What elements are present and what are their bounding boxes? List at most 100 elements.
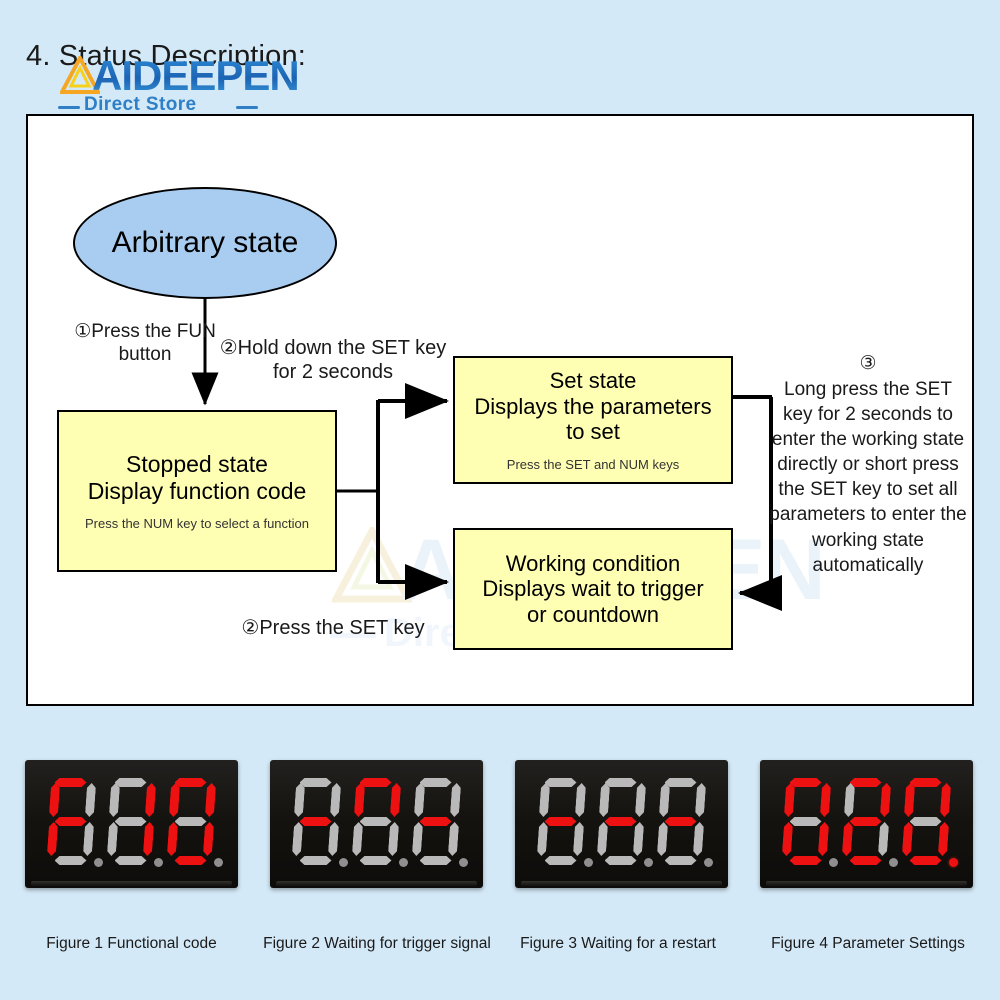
segment-c — [817, 822, 828, 856]
segment-d — [604, 856, 637, 865]
segment-g — [299, 817, 332, 826]
digit — [840, 776, 898, 868]
node-working-condition-title: Working condition — [505, 550, 681, 576]
segment-d — [54, 856, 87, 865]
segment-g — [789, 817, 822, 826]
label-step-2b: ②Press the SET key — [241, 617, 425, 639]
label-step-3: ③ Long press the SET key for 2 seconds t… — [768, 351, 968, 578]
segment-b — [84, 783, 95, 817]
segment-g — [604, 817, 637, 826]
decimal-point — [888, 858, 898, 867]
segment-d — [664, 856, 697, 865]
node-set-state-line3: to set — [566, 419, 620, 445]
caption-figure-3: Figure 3 Waiting for a restart — [520, 935, 716, 952]
page-root: 4. Status Description: AIDEEPEN Direct S… — [0, 0, 1000, 1000]
segment-d — [114, 856, 147, 865]
segment-d — [544, 856, 577, 865]
caption-figure-4: Figure 4 Parameter Settings — [771, 935, 965, 952]
decimal-point — [213, 858, 223, 867]
segment-f — [783, 783, 794, 817]
node-set-state: Set state Displays the parameters to set… — [453, 356, 733, 484]
node-set-state-title: Set state — [549, 368, 637, 394]
label-step-2a: ②Hold down the SET key for 2 seconds — [219, 337, 447, 384]
segment-c — [327, 822, 338, 856]
seven-segment-display-figure3 — [515, 760, 728, 888]
segment-f — [413, 783, 424, 817]
segment-b — [939, 783, 950, 817]
node-arbitrary-state-label: Arbitrary state — [111, 226, 299, 259]
segment-e — [841, 822, 852, 856]
segment-b — [449, 783, 460, 817]
digit — [655, 776, 713, 868]
segment-f — [168, 783, 179, 817]
segment-f — [293, 783, 304, 817]
decimal-point — [643, 858, 653, 867]
decimal-point — [153, 858, 163, 867]
digit — [410, 776, 468, 868]
decimal-point — [828, 858, 838, 867]
segment-c — [632, 822, 643, 856]
segment-c — [447, 822, 458, 856]
segment-d — [849, 856, 882, 865]
segment-b — [694, 783, 705, 817]
segment-d — [909, 856, 942, 865]
label-step-1: ①Press the FUN button — [74, 321, 216, 366]
segment-b — [819, 783, 830, 817]
segment-a — [909, 778, 942, 787]
decimal-point — [398, 858, 408, 867]
decimal-point — [93, 858, 103, 867]
segment-e — [536, 822, 547, 856]
segment-c — [572, 822, 583, 856]
label-step-3-text: Long press the SET key for 2 seconds to … — [769, 379, 967, 576]
segment-e — [106, 822, 117, 856]
segment-b — [389, 783, 400, 817]
digit — [105, 776, 163, 868]
decimal-point — [703, 858, 713, 867]
seven-segment-display-figure2 — [270, 760, 483, 888]
segment-g — [664, 817, 697, 826]
node-stopped-state-title: Stopped state — [126, 450, 268, 477]
decimal-point — [458, 858, 468, 867]
segment-f — [48, 783, 59, 817]
segment-g — [54, 817, 87, 826]
display-figures-row — [0, 760, 1000, 905]
digit — [165, 776, 223, 868]
node-working-condition-line3: or countdown — [526, 601, 660, 627]
segment-f — [353, 783, 364, 817]
segment-e — [351, 822, 362, 856]
seven-segment-display-figure4 — [760, 760, 973, 888]
segment-d — [789, 856, 822, 865]
segment-e — [656, 822, 667, 856]
node-working-condition: Working condition Displays wait to trigg… — [453, 528, 733, 650]
caption-figure-2: Figure 2 Waiting for trigger signal — [263, 935, 491, 952]
segment-b — [879, 783, 890, 817]
logo-dash-left — [58, 106, 80, 109]
segment-g — [909, 817, 942, 826]
segment-c — [692, 822, 703, 856]
segment-a — [604, 778, 637, 787]
segment-g — [174, 817, 207, 826]
segment-e — [46, 822, 57, 856]
segment-e — [901, 822, 912, 856]
segment-c — [202, 822, 213, 856]
caption-figure-1: Figure 1 Functional code — [46, 935, 217, 952]
segment-c — [877, 822, 888, 856]
segment-e — [411, 822, 422, 856]
digit — [780, 776, 838, 868]
digit — [350, 776, 408, 868]
node-arbitrary-state: Arbitrary state — [73, 187, 337, 299]
segment-g — [419, 817, 452, 826]
segment-d — [299, 856, 332, 865]
segment-g — [849, 817, 882, 826]
segment-e — [596, 822, 607, 856]
segment-a — [544, 778, 577, 787]
logo-dash-right — [236, 106, 258, 109]
brand-subtitle: Direct Store — [84, 94, 197, 115]
node-stopped-state-line2: Display function code — [87, 477, 307, 504]
segment-e — [166, 822, 177, 856]
segment-a — [789, 778, 822, 787]
segment-b — [204, 783, 215, 817]
node-working-condition-line2: Displays wait to trigger — [482, 576, 704, 602]
segment-a — [664, 778, 697, 787]
segment-g — [114, 817, 147, 826]
